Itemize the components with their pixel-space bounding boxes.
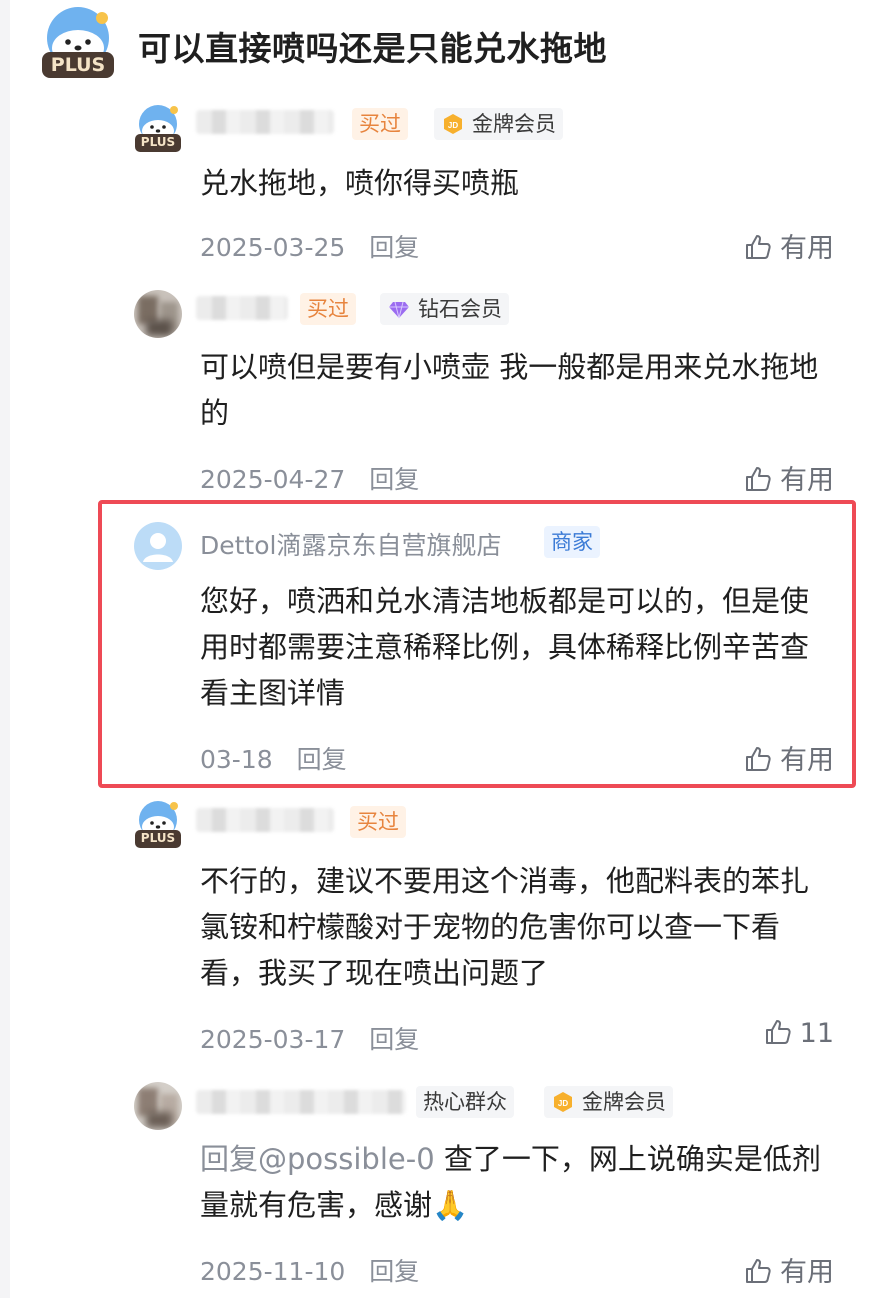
default-user-icon <box>134 522 182 570</box>
plus-badge-text: PLUS <box>140 135 176 149</box>
comment-item: 买过 钻石会员 可以喷但是要有小喷壶 我一般都是用来兑水拖地的 2025-04-… <box>134 290 844 500</box>
comment-date: 03-18 <box>200 745 273 774</box>
thumbs-up-icon <box>746 235 771 259</box>
bought-tag: 买过 <box>350 806 406 838</box>
comment-item: PLUS 买过 JD 金牌会员 兑水拖地，喷你得买喷瓶 2025-03-25 回复… <box>134 104 844 274</box>
bought-tag: 买过 <box>300 293 356 325</box>
reply-button[interactable]: 回复 <box>369 465 419 494</box>
comment-meta: 2025-03-25 回复 <box>200 228 419 264</box>
svg-text:JD: JD <box>558 1099 568 1108</box>
merchant-name[interactable]: Dettol滴露京东自营旗舰店 <box>200 526 501 562</box>
username-blurred <box>196 808 334 832</box>
jd-gold-badge-icon: JD <box>554 1092 572 1112</box>
comment-text: 可以喷但是要有小喷壶 我一般都是用来兑水拖地的 <box>200 350 819 430</box>
reply-button[interactable]: 回复 <box>369 1025 419 1054</box>
like-count: 11 <box>799 1018 834 1049</box>
question-header: PLUS 可以直接喷吗还是只能兑水拖地 <box>40 6 860 82</box>
svg-text:JD: JD <box>448 121 458 130</box>
user-avatar[interactable] <box>134 290 182 338</box>
comment-date: 2025-03-25 <box>200 233 346 262</box>
merchant-tag: 商家 <box>544 526 600 558</box>
reply-to-mention[interactable]: 回复@possible-0 <box>200 1142 435 1176</box>
member-tag-label: 金牌会员 <box>582 1090 666 1114</box>
like-label: 有用 <box>780 1257 834 1288</box>
user-avatar[interactable] <box>134 1082 182 1130</box>
reply-button[interactable]: 回复 <box>297 745 347 774</box>
comment-text: 不行的，建议不要用这个消毒，他配料表的苯扎氯铵和柠檬酸对于宠物的危害你可以查一下… <box>200 864 810 990</box>
comment-text: 兑水拖地，喷你得买喷瓶 <box>200 166 520 200</box>
reply-button[interactable]: 回复 <box>369 1257 419 1286</box>
merchant-avatar[interactable] <box>134 522 182 570</box>
like-button[interactable]: 有用 <box>744 458 834 497</box>
comment-text: 您好，喷洒和兑水清洁地板都是可以的，但是使用时都需要注意稀释比例，具体稀释比例辛… <box>200 584 810 710</box>
comment-item: PLUS 买过 不行的，建议不要用这个消毒，他配料表的苯扎氯铵和柠檬酸对于宠物的… <box>134 800 844 1060</box>
username-blurred <box>196 1090 406 1114</box>
comment-item: Dettol滴露京东自营旗舰店 商家 您好，喷洒和兑水清洁地板都是可以的，但是使… <box>134 522 844 782</box>
like-label: 有用 <box>780 465 834 496</box>
like-button[interactable]: 11 <box>764 1018 834 1049</box>
plus-badge-text: PLUS <box>140 831 176 845</box>
like-label: 有用 <box>780 745 834 776</box>
comment-text: 回复@possible-0 查了一下，网上说确实是低剂量就有危害，感谢🙏 <box>200 1136 830 1228</box>
comment-date: 2025-03-17 <box>200 1025 346 1054</box>
username-blurred <box>196 296 288 320</box>
question-title: 可以直接喷吗还是只能兑水拖地 <box>138 29 607 68</box>
member-tag: 钻石会员 <box>380 293 509 325</box>
like-button[interactable]: 有用 <box>744 1250 834 1289</box>
member-tag-label: 钻石会员 <box>418 297 502 321</box>
like-label: 有用 <box>780 233 834 264</box>
bought-tag: 买过 <box>352 108 408 140</box>
comment-meta: 2025-04-27 回复 <box>200 460 419 496</box>
thumbs-up-icon <box>765 1020 791 1044</box>
comment-item: 热心群众 JD 金牌会员 回复@possible-0 查了一下，网上说确实是低剂… <box>134 1082 844 1292</box>
plus-avatar[interactable]: PLUS <box>40 6 116 82</box>
left-strip <box>0 0 10 1298</box>
plus-avatar[interactable]: PLUS <box>134 800 182 848</box>
plus-avatar[interactable]: PLUS <box>134 104 182 152</box>
username-blurred <box>196 110 334 134</box>
diamond-icon <box>389 301 409 319</box>
member-tag: JD 金牌会员 <box>544 1086 673 1118</box>
comment-meta: 2025-03-17 回复 <box>200 1020 419 1056</box>
member-tag-label: 金牌会员 <box>472 112 556 136</box>
comment-meta: 03-18 回复 <box>200 740 347 776</box>
plus-badge-text: PLUS <box>50 54 106 76</box>
like-button[interactable]: 有用 <box>744 738 834 777</box>
thumbs-up-icon <box>746 1259 771 1283</box>
comment-date: 2025-04-27 <box>200 465 346 494</box>
member-tag: JD 金牌会员 <box>434 108 563 140</box>
comment-date: 2025-11-10 <box>200 1257 346 1286</box>
reply-button[interactable]: 回复 <box>369 233 419 262</box>
thumbs-up-icon <box>746 747 771 771</box>
comment-meta: 2025-11-10 回复 <box>200 1252 419 1288</box>
thumbs-up-icon <box>746 467 771 491</box>
like-button[interactable]: 有用 <box>744 226 834 265</box>
jd-gold-badge-icon: JD <box>444 114 462 134</box>
enthusiast-tag: 热心群众 <box>416 1086 514 1118</box>
